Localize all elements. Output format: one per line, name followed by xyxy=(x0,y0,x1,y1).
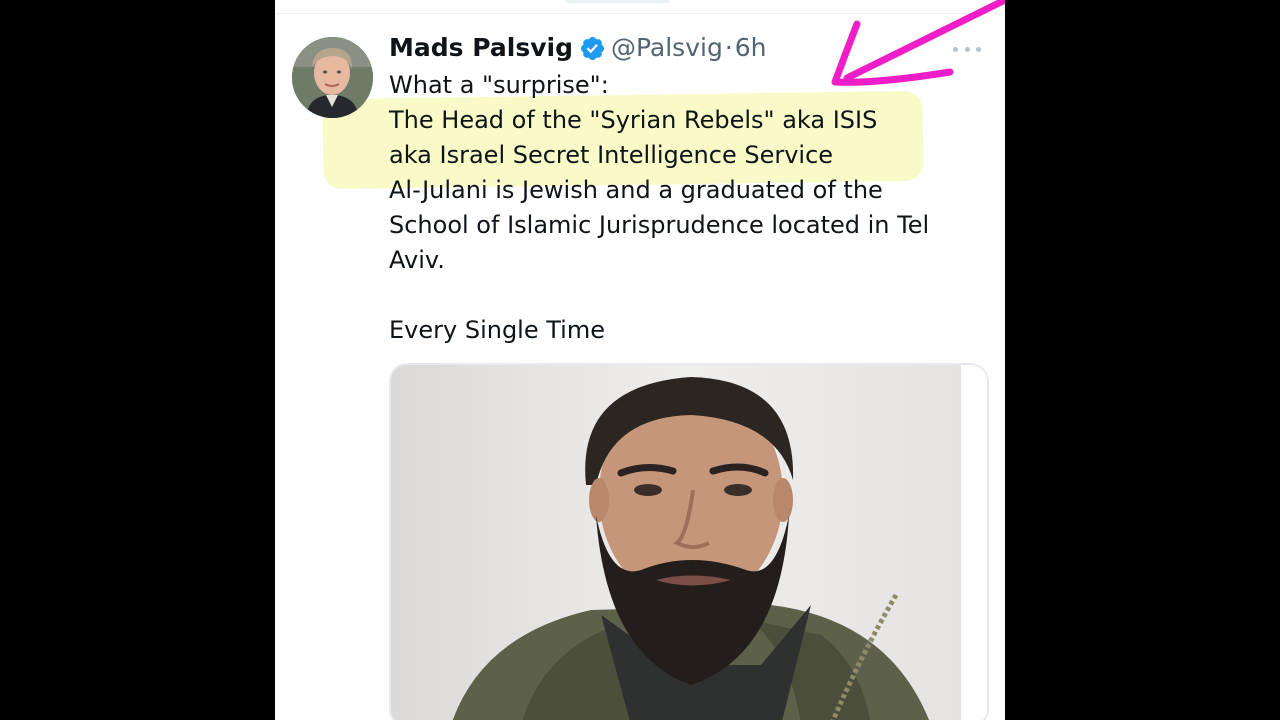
timestamp[interactable]: 6h xyxy=(735,32,767,64)
portrait-photo-icon xyxy=(391,365,987,720)
divider xyxy=(275,13,1005,14)
tweet-header: Mads Palsvig @Palsvig · 6h xyxy=(389,32,767,64)
avatar[interactable] xyxy=(292,37,373,118)
display-name[interactable]: Mads Palsvig xyxy=(389,32,573,64)
profile-photo xyxy=(292,37,373,118)
tweet-text-line: Aviv. xyxy=(389,246,445,274)
top-bar-edge xyxy=(565,0,670,3)
verified-badge-icon xyxy=(579,35,606,62)
tweet-media-card[interactable] xyxy=(389,363,989,720)
tweet-text-line: aka Israel Secret Intelligence Service xyxy=(389,141,834,169)
tweet-text-line: School of Islamic Jurisprudence located … xyxy=(389,211,930,239)
letterbox-frame: Mads Palsvig @Palsvig · 6h What a "surpr… xyxy=(0,0,1280,720)
more-options-icon[interactable] xyxy=(953,38,981,60)
tweet-text-line: Al-Julani is Jewish and a graduated of t… xyxy=(389,176,883,204)
author-handle[interactable]: @Palsvig xyxy=(611,32,723,64)
tweet-text-line: The Head of the "Syrian Rebels" aka ISIS xyxy=(389,106,878,134)
tweet-screenshot: Mads Palsvig @Palsvig · 6h What a "surpr… xyxy=(275,0,1005,720)
tweet-closing-line: Every Single Time xyxy=(389,316,605,344)
tweet-text: What a "surprise": The Head of the "Syri… xyxy=(389,68,979,348)
separator-dot: · xyxy=(724,33,733,62)
tweet-text-line: What a "surprise": xyxy=(389,71,609,99)
